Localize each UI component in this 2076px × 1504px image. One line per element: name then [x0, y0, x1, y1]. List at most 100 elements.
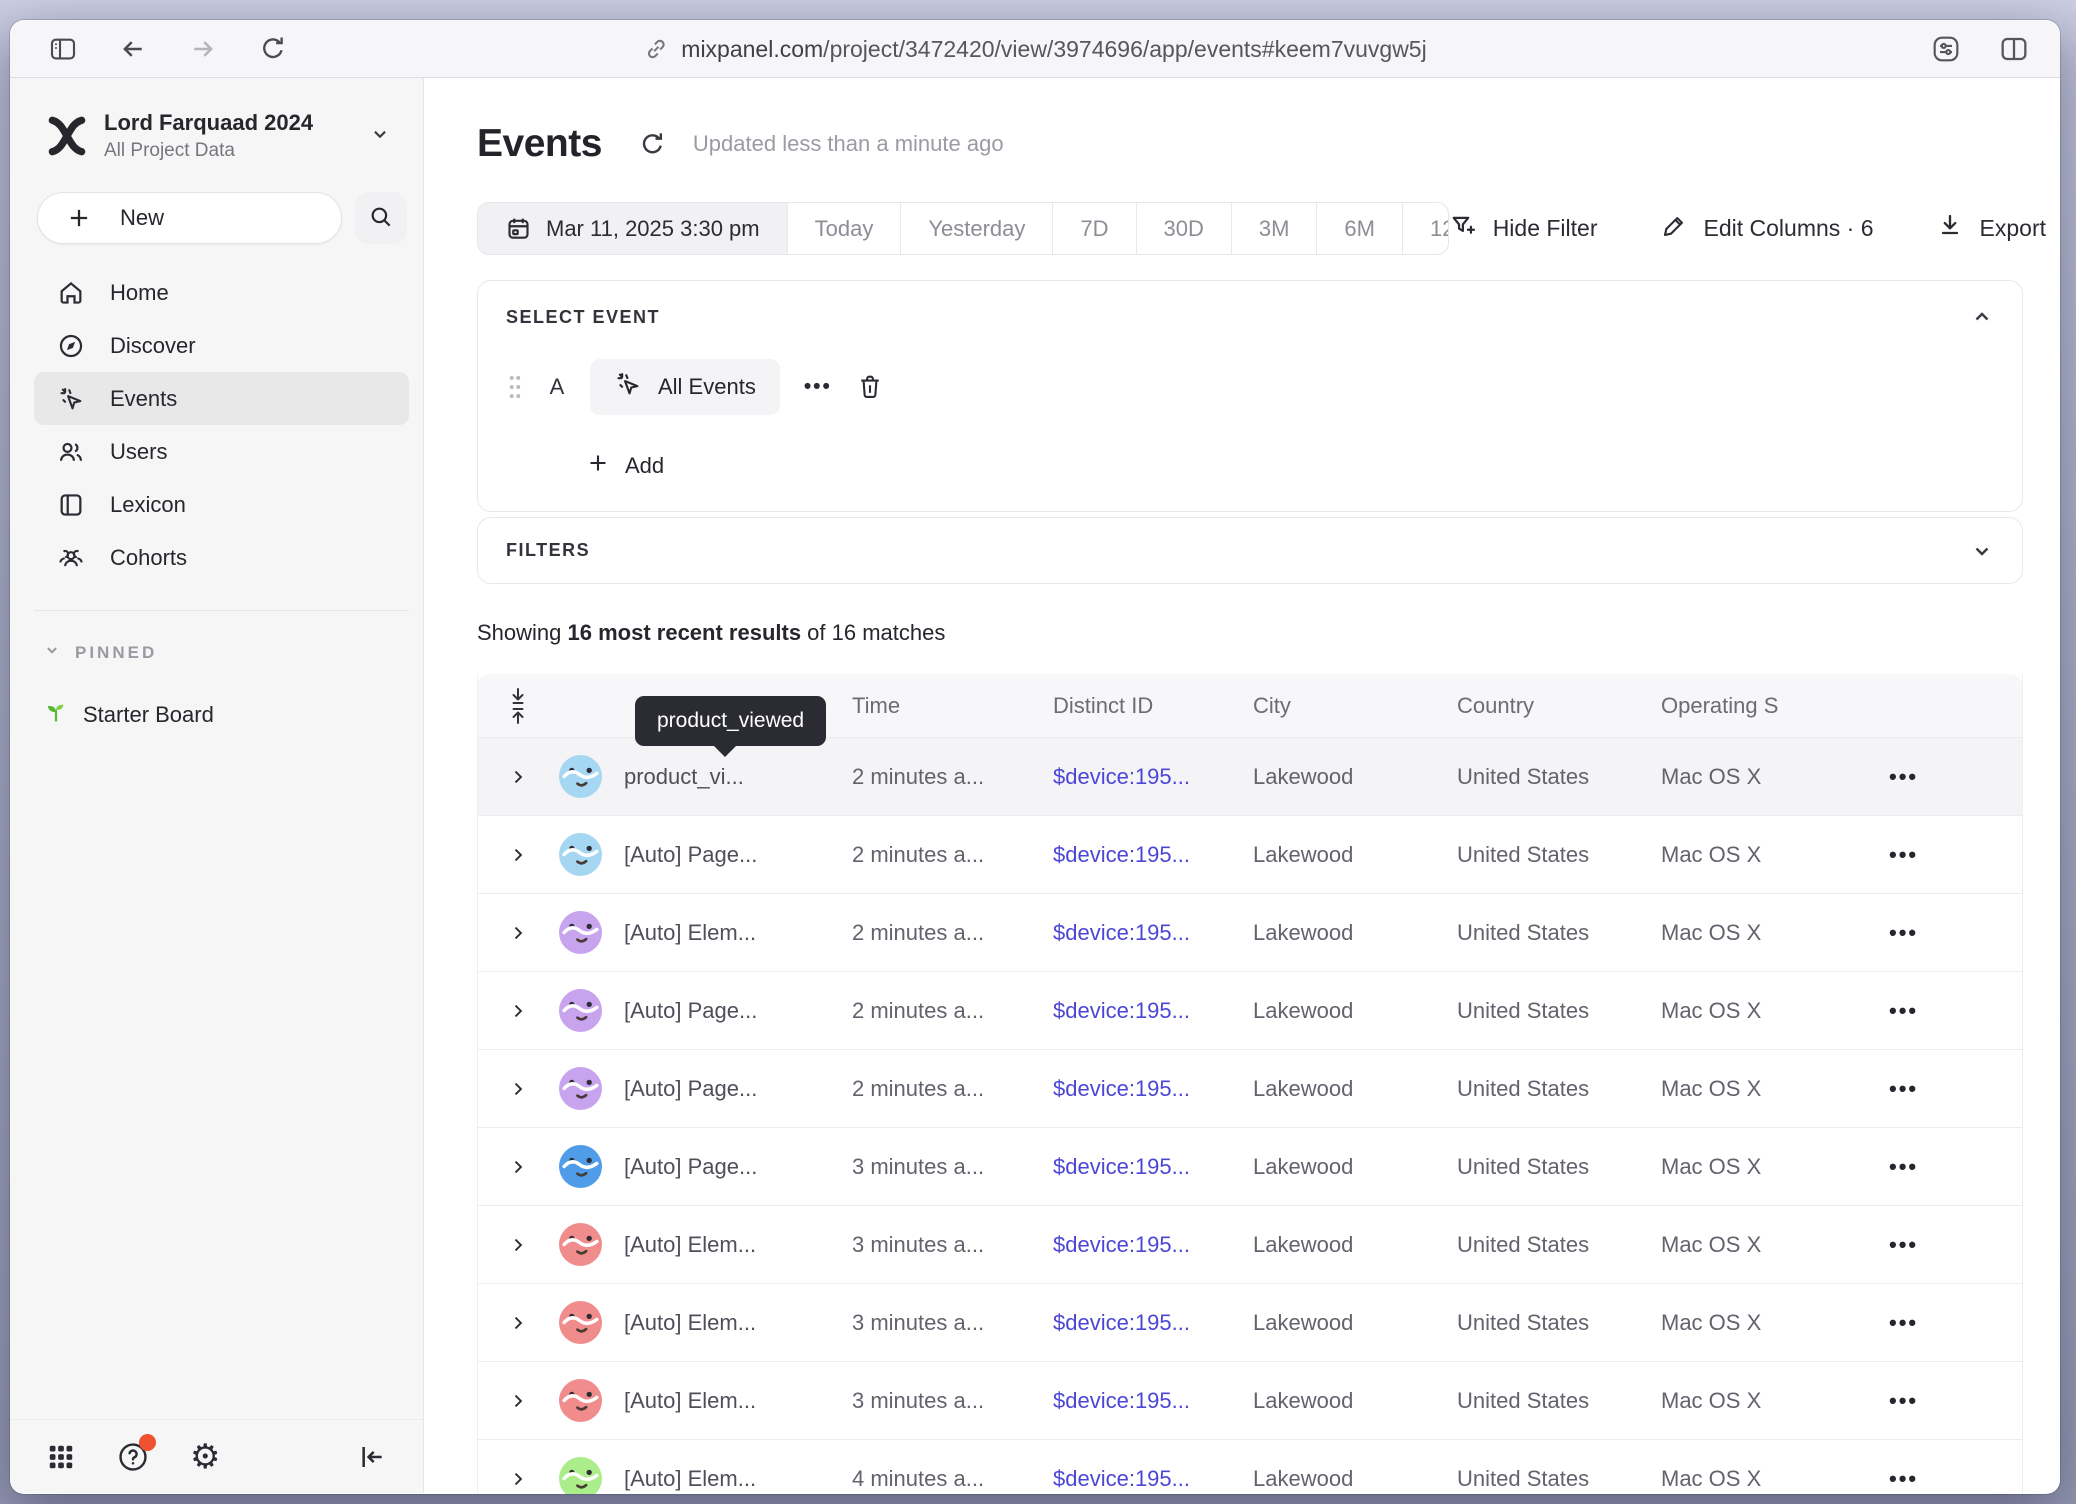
distinct-id-link[interactable]: $device:195... [1053, 1232, 1190, 1257]
sidebar-item-events[interactable]: Events [34, 372, 409, 425]
event-name[interactable]: [Auto] Elem... [624, 1388, 852, 1414]
row-menu-button[interactable]: ••• [1883, 1466, 1918, 1492]
search-button[interactable] [355, 192, 407, 244]
distinct-id-link[interactable]: $device:195... [1053, 1466, 1190, 1491]
event-name[interactable]: [Auto] Elem... [624, 1466, 852, 1492]
row-expand-chevron[interactable] [508, 1391, 528, 1411]
page-settings-icon[interactable] [1930, 33, 1962, 65]
range-3m[interactable]: 3M [1232, 203, 1318, 254]
event-name[interactable]: [Auto] Elem... [624, 920, 852, 946]
event-name[interactable]: [Auto] Page... [624, 1154, 852, 1180]
table-row[interactable]: [Auto] Page... 3 minutes a... $device:19… [478, 1127, 2022, 1205]
event-options-icon[interactable]: ••• [804, 375, 832, 399]
sidebar-item-home[interactable]: Home [34, 266, 409, 319]
table-row[interactable]: [Auto] Elem... 4 minutes a... $device:19… [478, 1439, 2022, 1494]
table-row[interactable]: [Auto] Page... 2 minutes a... $device:19… [478, 1049, 2022, 1127]
row-expand-chevron[interactable] [508, 1157, 528, 1177]
column-header-distinct-id[interactable]: Distinct ID [1053, 693, 1253, 719]
row-expand-chevron[interactable] [508, 1313, 528, 1333]
event-name[interactable]: [Auto] Elem... [624, 1232, 852, 1258]
row-expand-chevron[interactable] [508, 1001, 528, 1021]
sidebar-item-starter-board[interactable]: Starter Board [34, 690, 409, 740]
browser-sidebar-toggle-icon[interactable] [48, 34, 78, 64]
distinct-id-link[interactable]: $device:195... [1053, 998, 1190, 1023]
range-30d[interactable]: 30D [1137, 203, 1232, 254]
table-row[interactable]: [Auto] Elem... 3 minutes a... $device:19… [478, 1205, 2022, 1283]
refresh-icon[interactable] [638, 130, 667, 159]
sidebar-item-discover[interactable]: Discover [34, 319, 409, 372]
row-menu-button[interactable]: ••• [1883, 920, 1918, 946]
range-6m[interactable]: 6M [1317, 203, 1403, 254]
event-avatar [558, 832, 624, 877]
column-header-os[interactable]: Operating S [1661, 693, 1883, 719]
row-menu-button[interactable]: ••• [1883, 764, 1918, 790]
row-expand-chevron[interactable] [508, 1235, 528, 1255]
row-menu-button[interactable]: ••• [1883, 1310, 1918, 1336]
hide-filter-button[interactable]: Hide Filter [1449, 212, 1598, 246]
expand-all-icon[interactable] [478, 686, 558, 726]
row-menu-button[interactable]: ••• [1883, 842, 1918, 868]
distinct-id-link[interactable]: $device:195... [1053, 920, 1190, 945]
row-menu-button[interactable]: ••• [1883, 1154, 1918, 1180]
table-row[interactable]: [Auto] Elem... 2 minutes a... $device:19… [478, 893, 2022, 971]
edit-columns-button[interactable]: Edit Columns · 6 [1660, 212, 1874, 246]
table-row[interactable]: [Auto] Page... 2 minutes a... $device:19… [478, 815, 2022, 893]
distinct-id-link[interactable]: $device:195... [1053, 1076, 1190, 1101]
row-menu-button[interactable]: ••• [1883, 998, 1918, 1024]
chevron-down-icon[interactable] [1970, 539, 1994, 563]
column-header-country[interactable]: Country [1457, 693, 1661, 719]
add-event-button[interactable]: Add [586, 451, 1994, 481]
event-selector-button[interactable]: All Events [590, 359, 780, 415]
row-expand-chevron[interactable] [508, 1469, 528, 1489]
event-name[interactable]: product_vi... [624, 764, 852, 790]
apps-grid-icon[interactable] [46, 1442, 76, 1472]
event-name[interactable]: [Auto] Page... [624, 1076, 852, 1102]
sidebar-item-users[interactable]: Users [34, 425, 409, 478]
table-row[interactable]: [Auto] Page... 2 minutes a... $device:19… [478, 971, 2022, 1049]
row-expand-chevron[interactable] [508, 845, 528, 865]
distinct-id-link[interactable]: $device:195... [1053, 1388, 1190, 1413]
gear-icon[interactable]: ⚙ [190, 1440, 220, 1474]
sidebar-item-cohorts[interactable]: Cohorts [34, 531, 409, 584]
table-row[interactable]: [Auto] Elem... 3 minutes a... $device:19… [478, 1283, 2022, 1361]
event-name[interactable]: [Auto] Page... [624, 842, 852, 868]
cursor-sparkle-icon [614, 370, 642, 404]
split-view-icon[interactable] [1998, 33, 2030, 65]
trash-icon[interactable] [856, 373, 884, 401]
drag-handle-icon[interactable] [506, 374, 524, 400]
column-header-time[interactable]: Time [852, 693, 1053, 719]
row-expand-chevron[interactable] [508, 1079, 528, 1099]
export-button[interactable]: Export [1936, 212, 2046, 246]
event-name[interactable]: [Auto] Elem... [624, 1310, 852, 1336]
range-7d[interactable]: 7D [1053, 203, 1136, 254]
collapse-sidebar-icon[interactable] [355, 1441, 387, 1473]
row-menu-button[interactable]: ••• [1883, 1076, 1918, 1102]
table-row[interactable]: [Auto] Elem... 3 minutes a... $device:19… [478, 1361, 2022, 1439]
column-header-city[interactable]: City [1253, 693, 1457, 719]
row-expand-chevron[interactable] [508, 767, 528, 787]
distinct-id-link[interactable]: $device:195... [1053, 1154, 1190, 1179]
distinct-id-link[interactable]: $device:195... [1053, 842, 1190, 867]
chevron-up-icon[interactable] [1970, 305, 1994, 329]
back-icon[interactable] [118, 34, 148, 64]
pinned-section-toggle[interactable]: PINNED [43, 641, 423, 664]
range-12m[interactable]: 12M [1403, 203, 1449, 254]
distinct-id-link[interactable]: $device:195... [1053, 764, 1190, 789]
range-yesterday[interactable]: Yesterday [901, 203, 1053, 254]
reload-icon[interactable] [258, 34, 288, 64]
table-row[interactable]: product_vi... 2 minutes a... $device:195… [478, 737, 2022, 815]
row-menu-button[interactable]: ••• [1883, 1388, 1918, 1414]
event-name[interactable]: [Auto] Page... [624, 998, 852, 1024]
url-bar[interactable]: mixpanel.com/project/3472420/view/397469… [643, 20, 1426, 78]
workspace-switcher[interactable]: Lord Farquaad 2024 All Project Data [46, 110, 405, 162]
row-menu-button[interactable]: ••• [1883, 1232, 1918, 1258]
forward-icon[interactable] [188, 34, 218, 64]
help-button[interactable] [116, 1440, 150, 1474]
sidebar-item-lexicon[interactable]: Lexicon [34, 478, 409, 531]
row-expand-chevron[interactable] [508, 923, 528, 943]
date-picker-button[interactable]: Mar 11, 2025 3:30 pm [478, 203, 788, 254]
distinct-id-link[interactable]: $device:195... [1053, 1310, 1190, 1335]
new-button[interactable]: New [37, 192, 342, 244]
range-today[interactable]: Today [788, 203, 902, 254]
country-value: United States [1457, 842, 1661, 868]
